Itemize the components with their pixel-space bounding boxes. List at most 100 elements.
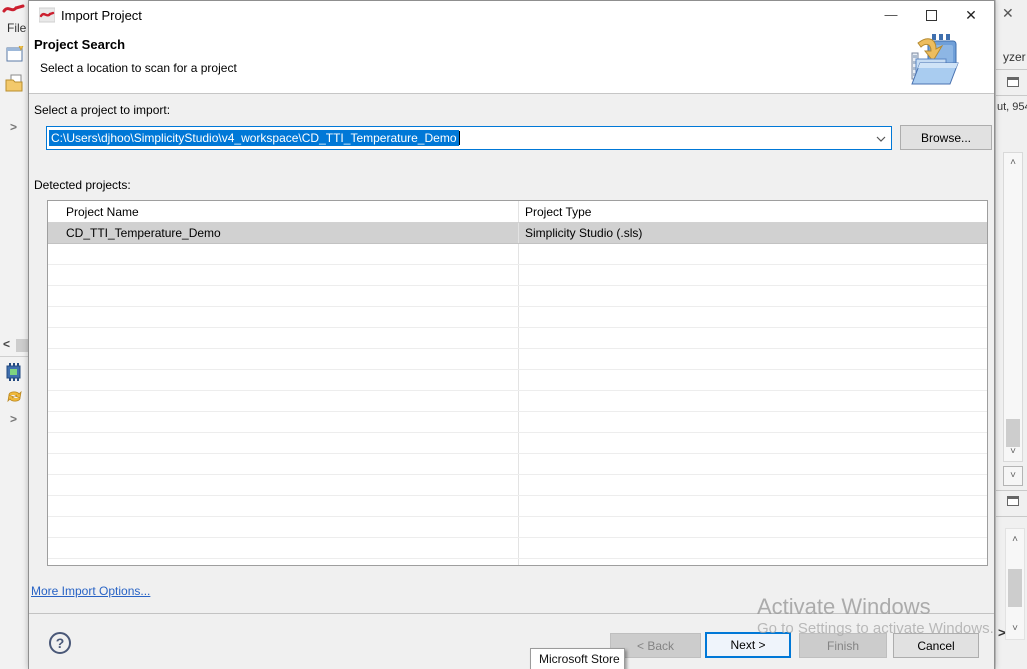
cell-empty [518, 244, 987, 264]
cell-empty [48, 454, 518, 474]
table-row-empty[interactable] [48, 307, 987, 328]
scrollbar-thumb[interactable] [1006, 419, 1020, 447]
ide-background-left: File > < > [0, 0, 28, 669]
path-value-selected[interactable]: C:\Users\djhoo\SimplicityStudio\v4_works… [49, 130, 459, 146]
browse-button[interactable]: Browse... [900, 125, 992, 150]
menu-file[interactable]: File [7, 21, 26, 35]
table-row-empty[interactable] [48, 496, 987, 517]
cell-empty [518, 307, 987, 327]
close-button[interactable]: ✕ [954, 1, 988, 29]
table-header-row[interactable]: Project Name Project Type [48, 201, 987, 223]
detected-projects-table[interactable]: Project Name Project Type CD_TTI_Tempera… [47, 200, 988, 566]
panel-divider [996, 516, 1027, 517]
paste-folder-icon[interactable] [5, 74, 24, 92]
status-label-partial: ut, 954 [997, 101, 1027, 113]
table-row-empty[interactable] [48, 391, 987, 412]
cell-empty [48, 538, 518, 558]
taskbar-tooltip: Microsoft Store [530, 648, 625, 669]
chevron-right-icon[interactable]: > [998, 625, 1006, 640]
hscroll-thumb[interactable] [16, 339, 28, 352]
scroll-down-icon[interactable]: ˅ [1004, 447, 1022, 457]
scroll-left-icon[interactable]: < [3, 337, 10, 351]
table-row-empty[interactable] [48, 412, 987, 433]
cell-empty [518, 391, 987, 411]
table-row-empty[interactable] [48, 454, 987, 475]
panel-divider [0, 356, 28, 357]
chevron-right-icon[interactable]: > [10, 120, 17, 134]
cell-empty [518, 370, 987, 390]
cell-project-name[interactable]: CD_TTI_Temperature_Demo [48, 223, 518, 243]
dropdown-chevron-box[interactable]: ˅ [1003, 466, 1023, 486]
chevron-right-icon[interactable]: > [10, 412, 17, 426]
more-import-options-link[interactable]: More Import Options... [31, 584, 150, 598]
minimize-button[interactable]: — [874, 1, 908, 29]
cell-empty [48, 559, 518, 566]
simplicity-studio-icon [39, 7, 55, 23]
combo-dropdown-button[interactable] [871, 131, 891, 145]
import-project-dialog: Import Project — ✕ Project Search Select… [28, 0, 995, 669]
footer-separator [29, 613, 994, 614]
new-file-icon[interactable] [6, 45, 25, 62]
cell-empty [48, 286, 518, 306]
table-row-empty[interactable] [48, 328, 987, 349]
help-button[interactable]: ? [49, 632, 71, 654]
table-row-empty[interactable] [48, 538, 987, 559]
table-row-empty[interactable] [48, 349, 987, 370]
cell-empty [48, 328, 518, 348]
cell-empty [518, 496, 987, 516]
cell-empty [518, 328, 987, 348]
cell-empty [518, 475, 987, 495]
scroll-up-icon[interactable]: ˄ [1006, 535, 1024, 545]
cell-empty [48, 433, 518, 453]
detected-projects-body: CD_TTI_Temperature_DemoSimplicity Studio… [48, 223, 987, 566]
vertical-scrollbar[interactable]: ˄ ˅ [1005, 528, 1025, 640]
cell-empty [48, 391, 518, 411]
dialog-titlebar[interactable]: Import Project — ✕ [29, 1, 994, 29]
cell-empty [518, 265, 987, 285]
maximize-icon [926, 10, 937, 21]
maximize-view-icon[interactable] [1007, 496, 1019, 506]
column-header-project-name[interactable]: Project Name [48, 201, 518, 222]
chevron-down-icon [876, 136, 886, 142]
cell-empty [48, 496, 518, 516]
refresh-icon[interactable] [6, 388, 23, 405]
table-row-empty[interactable] [48, 265, 987, 286]
cell-empty [518, 349, 987, 369]
chip-icon[interactable] [4, 362, 24, 381]
vertical-scrollbar[interactable]: ˄ ˅ [1003, 152, 1023, 462]
maximize-button[interactable] [914, 1, 948, 29]
tab-underline [996, 69, 1027, 70]
cancel-button[interactable]: Cancel [893, 633, 979, 658]
cell-empty [518, 412, 987, 432]
scroll-up-icon[interactable]: ˄ [1004, 158, 1022, 168]
tab-label-partial[interactable]: yzer [1003, 50, 1026, 64]
table-row-empty[interactable] [48, 475, 987, 496]
project-path-combobox[interactable]: C:\Users\djhoo\SimplicityStudio\v4_works… [46, 126, 892, 150]
scroll-down-icon[interactable]: ˅ [1006, 624, 1024, 634]
table-row-empty[interactable] [48, 559, 987, 566]
table-row-empty[interactable] [48, 370, 987, 391]
table-row-empty[interactable] [48, 517, 987, 538]
detected-projects-label: Detected projects: [34, 178, 131, 192]
cell-empty [48, 307, 518, 327]
cell-project-type[interactable]: Simplicity Studio (.sls) [518, 223, 987, 243]
ide-background-right: ✕ yzer ut, 954 ˄ ˅ ˅ ˄ ˅ > [995, 0, 1027, 669]
table-row-empty[interactable] [48, 286, 987, 307]
maximize-view-icon[interactable] [1007, 77, 1019, 87]
next-button[interactable]: Next > [705, 632, 791, 658]
finish-button[interactable]: Finish [799, 633, 887, 658]
close-icon[interactable]: ✕ [1002, 5, 1014, 22]
header-title: Project Search [34, 37, 125, 52]
cell-empty [518, 559, 987, 566]
table-row-empty[interactable] [48, 433, 987, 454]
header-subtitle: Select a location to scan for a project [40, 61, 237, 75]
cell-empty [518, 286, 987, 306]
import-project-icon [902, 31, 962, 89]
panel-divider [996, 95, 1027, 96]
cell-empty [48, 349, 518, 369]
scrollbar-thumb[interactable] [1008, 569, 1022, 607]
column-header-project-type[interactable]: Project Type [518, 201, 987, 222]
table-row-empty[interactable] [48, 244, 987, 265]
path-label: Select a project to import: [34, 103, 170, 117]
table-row[interactable]: CD_TTI_Temperature_DemoSimplicity Studio… [48, 223, 987, 244]
